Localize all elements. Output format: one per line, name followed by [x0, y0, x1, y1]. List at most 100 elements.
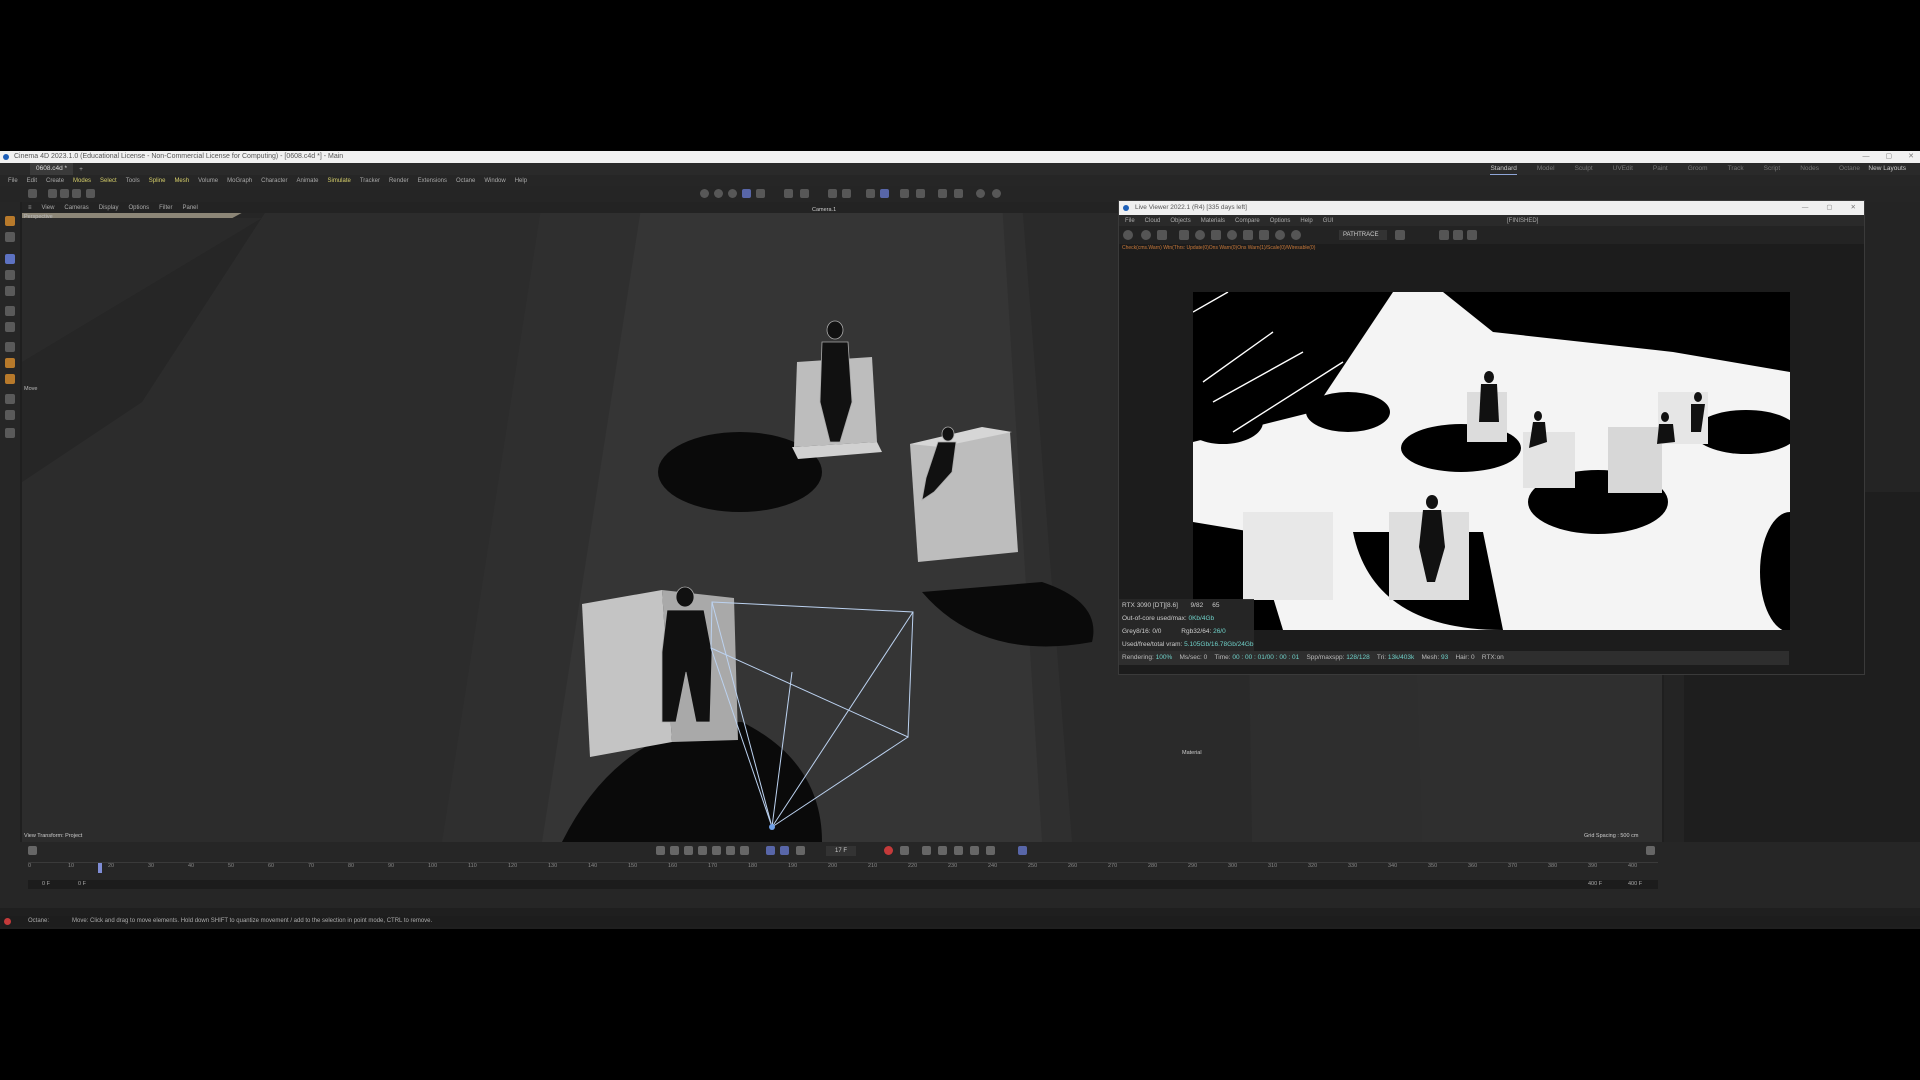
play-icon[interactable] [698, 846, 707, 855]
viewport-menu-options[interactable]: Options [128, 205, 149, 211]
viewport-menu-cameras[interactable]: Cameras [64, 205, 88, 211]
layout-tab-track[interactable]: Track [1728, 163, 1744, 175]
timeline-expand-icon[interactable] [1646, 846, 1655, 855]
coordinate-system-icon[interactable] [86, 189, 95, 198]
octane-live-viewer-icon[interactable] [976, 189, 985, 198]
menu-octane[interactable]: Octane [456, 178, 475, 184]
layout-tab-model[interactable]: Model [1537, 163, 1555, 175]
menu-spline[interactable]: Spline [149, 178, 166, 184]
go-to-end-icon[interactable] [740, 846, 749, 855]
preview-range-bar[interactable]: 0 F 0 F 400 F 400 F [28, 880, 1658, 889]
viewport-menu-filter[interactable]: Filter [159, 205, 172, 211]
kernel-select[interactable]: PATHTRACE [1339, 230, 1387, 240]
close-icon[interactable]: ✕ [1908, 151, 1914, 163]
live-viewer-menu-file[interactable]: File [1125, 218, 1135, 224]
transform-tool-icon[interactable] [5, 306, 15, 316]
viewport-camera-label[interactable]: Camera.1 [812, 207, 836, 213]
menu-mograph[interactable]: MoGraph [227, 178, 252, 184]
live-viewer-menu-compare[interactable]: Compare [1235, 218, 1260, 224]
playhead[interactable] [98, 863, 102, 873]
layout-tab-groom[interactable]: Groom [1688, 163, 1708, 175]
symmetry-icon[interactable] [954, 189, 963, 198]
focus-picker-icon[interactable] [1195, 230, 1205, 240]
snap-enabled-icon[interactable] [880, 189, 889, 198]
menu-render[interactable]: Render [389, 178, 409, 184]
key-selection-icon[interactable] [922, 846, 931, 855]
range-start-2[interactable]: 0 F [78, 881, 86, 887]
edges-mode-icon[interactable] [5, 358, 15, 368]
live-viewer-menu-gui[interactable]: GUI [1323, 218, 1334, 224]
send-scene-icon[interactable] [1123, 230, 1133, 240]
layout-tab-paint[interactable]: Paint [1653, 163, 1668, 175]
material-picker-icon[interactable] [1275, 230, 1285, 240]
workplane-icon[interactable] [900, 189, 909, 198]
live-viewer-close-icon[interactable]: ✕ [1851, 201, 1856, 215]
axis-y-icon[interactable] [60, 189, 69, 198]
keyframe-diamond-icon[interactable] [28, 846, 37, 855]
restart-render-icon[interactable] [1141, 230, 1151, 240]
camera-object-marker[interactable] [769, 824, 775, 830]
grid-snap-icon[interactable] [866, 189, 875, 198]
viewport-menu-panel[interactable]: Panel [182, 205, 197, 211]
live-viewer-minimize-icon[interactable]: — [1802, 201, 1809, 215]
layout-tab-script[interactable]: Script [1764, 163, 1781, 175]
new-tab-icon[interactable]: + [79, 166, 83, 173]
menu-window[interactable]: Window [484, 178, 505, 184]
octane-settings-icon[interactable] [992, 189, 1001, 198]
live-viewer-menu-options[interactable]: Options [1270, 218, 1291, 224]
axis-z-icon[interactable] [72, 189, 81, 198]
range-end-2[interactable]: 400 F [1628, 881, 1642, 887]
scale-tool-icon[interactable] [5, 286, 15, 296]
minimize-icon[interactable]: — [1863, 151, 1870, 163]
axis-x-icon[interactable] [48, 189, 57, 198]
pause-render-icon[interactable] [1157, 230, 1167, 240]
live-viewer-menu-materials[interactable]: Materials [1201, 218, 1225, 224]
compare-b-icon[interactable] [1467, 230, 1477, 240]
key-position-icon[interactable] [938, 846, 947, 855]
object-picker-icon[interactable] [1291, 230, 1301, 240]
paint-tool-icon[interactable] [5, 410, 15, 420]
menu-create[interactable]: Create [46, 178, 64, 184]
guide-icon[interactable] [938, 189, 947, 198]
render-preview[interactable] [1193, 292, 1790, 630]
menu-volume[interactable]: Volume [198, 178, 218, 184]
lock-workplane-icon[interactable] [916, 189, 925, 198]
render-view-icon[interactable] [714, 189, 723, 198]
layout-tab-sculpt[interactable]: Sculpt [1575, 163, 1593, 175]
environment-icon[interactable] [828, 189, 837, 198]
menu-modes[interactable]: Modes [73, 178, 91, 184]
channel-view-icon[interactable] [1259, 230, 1269, 240]
sound-icon[interactable] [796, 846, 805, 855]
loop-icon[interactable] [766, 846, 775, 855]
menu-help[interactable]: Help [515, 178, 527, 184]
current-frame-field[interactable]: 17 F [826, 846, 856, 856]
live-selection-icon[interactable] [5, 216, 15, 226]
lock-resolution-icon[interactable] [1211, 230, 1221, 240]
render-settings-icon[interactable] [728, 189, 737, 198]
autokey-icon[interactable] [900, 846, 909, 855]
cube-primitive-icon[interactable] [742, 189, 751, 198]
play-mode-icon[interactable] [780, 846, 789, 855]
viewport-menu-view[interactable]: View [42, 205, 55, 211]
range-end[interactable]: 400 F [1588, 881, 1602, 887]
menu-select[interactable]: Select [100, 178, 117, 184]
timeline-ruler[interactable]: 0 10 20 30 40 50 60 70 80 90 100 110 120 130 140 150 160… [28, 862, 1658, 876]
camera-object-icon[interactable] [842, 189, 851, 198]
spline-pen-icon[interactable] [756, 189, 765, 198]
undo-icon[interactable] [28, 189, 37, 198]
menu-tracker[interactable]: Tracker [360, 178, 380, 184]
clay-mode-icon[interactable] [1227, 230, 1237, 240]
viewport-hamburger-icon[interactable]: ≡ [28, 205, 32, 211]
menu-mesh[interactable]: Mesh [174, 178, 189, 184]
display-mode-icon[interactable] [1395, 230, 1405, 240]
subsampling-icon[interactable] [1243, 230, 1253, 240]
key-rotation-icon[interactable] [954, 846, 963, 855]
brush-tool-icon[interactable] [5, 394, 15, 404]
previous-frame-icon[interactable] [684, 846, 693, 855]
go-to-start-icon[interactable] [656, 846, 665, 855]
menu-extensions[interactable]: Extensions [418, 178, 447, 184]
previous-key-icon[interactable] [670, 846, 679, 855]
layout-tab-uvedit[interactable]: UVEdit [1613, 163, 1633, 175]
render-region-icon[interactable] [700, 189, 709, 198]
menu-tools[interactable]: Tools [126, 178, 140, 184]
